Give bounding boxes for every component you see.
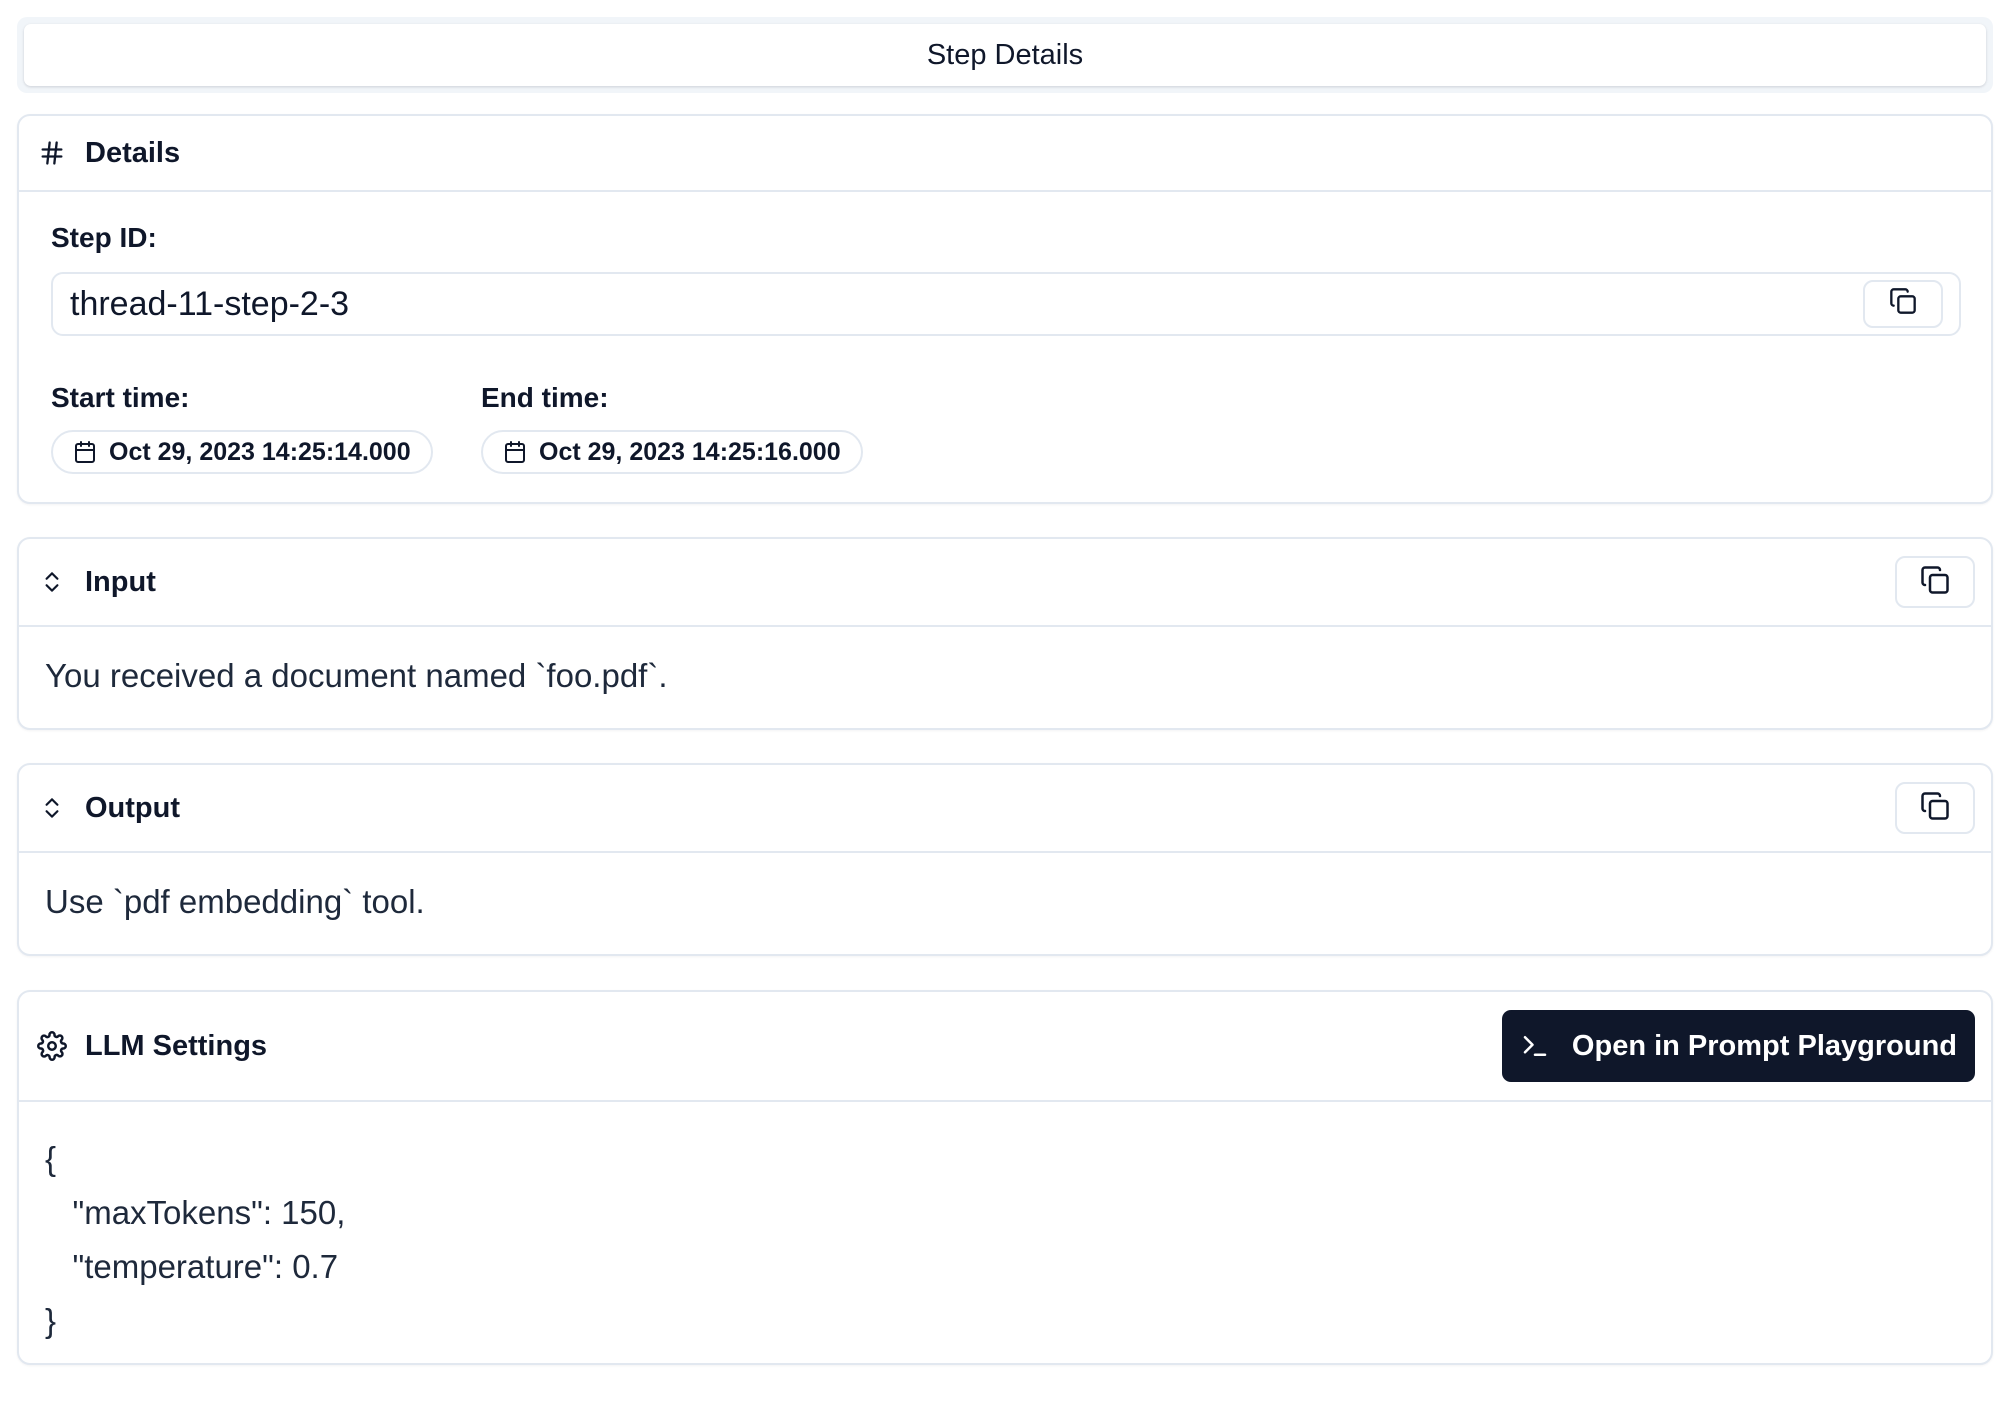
output-header[interactable]: Output [19, 765, 1991, 853]
output-text: Use `pdf embedding` tool. [45, 883, 425, 920]
copy-step-id-button[interactable] [1863, 280, 1943, 328]
details-card: Details Step ID: thread-11-step-2-3 Star… [17, 114, 1993, 504]
copy-input-button[interactable] [1895, 556, 1975, 608]
copy-icon [1920, 565, 1950, 600]
start-time-label: Start time: [51, 382, 190, 413]
input-header[interactable]: Input [19, 539, 1991, 627]
code-line: } [45, 1302, 57, 1339]
calendar-icon [505, 441, 525, 463]
input-text: You received a document named `foo.pdf`. [45, 657, 668, 694]
end-time-group: End time: Oct 29, 2023 14:25:16.000 [481, 382, 911, 474]
step-id-field[interactable]: thread-11-step-2-3 [51, 272, 1961, 336]
start-time-badge: Oct 29, 2023 14:25:14.000 [51, 430, 433, 474]
input-title: Input [85, 565, 156, 598]
llm-settings-header: LLM Settings Open in Prompt Playground [19, 992, 1991, 1102]
time-row: Start time: Oct 29, 2023 14:25:14.000 En… [51, 382, 1991, 474]
gear-icon [37, 1031, 67, 1061]
input-card: Input You received a document named `foo… [17, 537, 1993, 730]
llm-settings-code: { "maxTokens": 150, "temperature": 0.7 } [19, 1102, 1991, 1348]
open-prompt-playground-button[interactable]: Open in Prompt Playground [1501, 1010, 1975, 1082]
llm-settings-card: LLM Settings Open in Prompt Playground {… [17, 990, 1993, 1365]
chevrons-up-down-icon[interactable] [37, 567, 67, 597]
step-id-label: Step ID: [51, 222, 157, 253]
code-line: "temperature": 0.7 [45, 1248, 339, 1285]
end-time-label: End time: [481, 382, 609, 413]
tab-bar: Step Details [17, 17, 1993, 93]
step-id-value: thread-11-step-2-3 [70, 284, 350, 323]
output-title: Output [85, 791, 181, 824]
llm-settings-title: LLM Settings [85, 1029, 268, 1062]
details-title: Details [85, 136, 181, 169]
calendar-icon [75, 441, 95, 463]
code-line: "maxTokens": 150, [45, 1194, 346, 1231]
start-time-group: Start time: Oct 29, 2023 14:25:14.000 [51, 382, 481, 474]
copy-output-button[interactable] [1895, 782, 1975, 834]
terminal-icon [1523, 1036, 1547, 1056]
tab-step-details[interactable]: Step Details [24, 24, 1986, 86]
end-time-value: Oct 29, 2023 14:25:16.000 [539, 437, 841, 466]
open-prompt-playground-label: Open in Prompt Playground [1571, 1029, 1957, 1062]
code-line: { [45, 1140, 57, 1177]
output-card: Output Use `pdf embedding` tool. [17, 763, 1993, 956]
start-time-value: Oct 29, 2023 14:25:14.000 [109, 437, 411, 466]
chevrons-up-down-icon[interactable] [37, 793, 67, 823]
hash-icon [37, 138, 67, 168]
copy-icon [1920, 791, 1950, 826]
details-header: Details [19, 116, 1991, 192]
end-time-badge: Oct 29, 2023 14:25:16.000 [481, 430, 863, 474]
copy-icon [1889, 285, 1917, 324]
